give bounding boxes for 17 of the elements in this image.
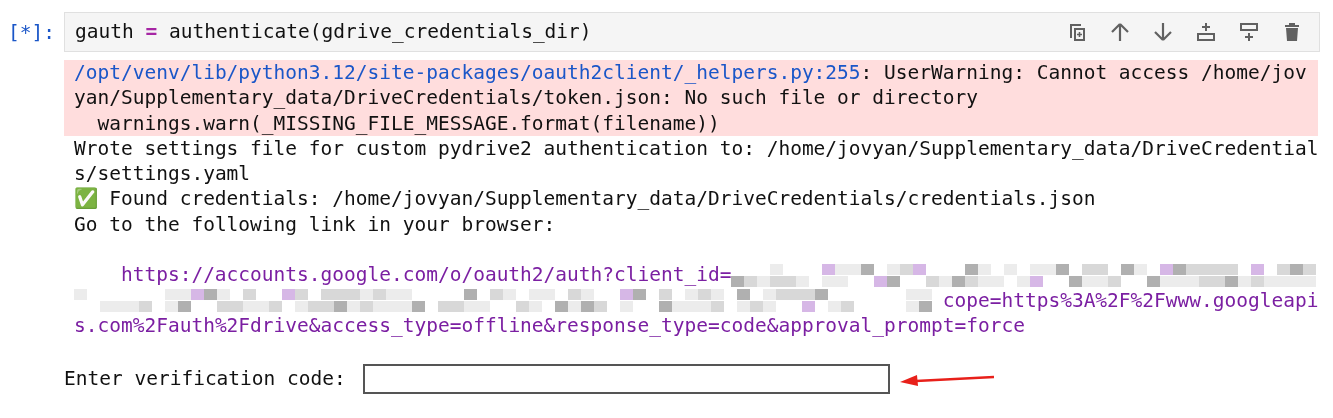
auth-link[interactable]: https://accounts.google.com/o/oauth2/auth?client_id= (120, 262, 732, 288)
code-line: gauth = authenticate(gdrive_credentials_dir) (75, 19, 593, 45)
auth-link[interactable]: cope=https%3A%2F%2Fwww.googleapi (942, 287, 1319, 313)
check-mark-icon: ✅ (74, 186, 98, 212)
auth-link[interactable]: s.com%2Fauth%2Fdrive&access_type=offline&response_type=code&approval_prompt=force (74, 312, 1025, 339)
output-line: Wrote settings file for custom pydrive2 authentication to: /home/jovyan/Supplementary_data/DriveCredentials/settings.yaml (73, 135, 1319, 187)
input-field[interactable] (362, 363, 890, 394)
traceback-line: warnings.warn(_MISSING_FILE_MESSAGE.format(filename)) (96, 110, 721, 136)
code-cell[interactable]: gauth = authenticate(gdrive_credentials_dir) (64, 12, 1320, 52)
input-label: Enter verification code: (64, 365, 347, 392)
cell-prompt: [*]: (7, 20, 56, 46)
output-line: Go to the following link in your browser: (73, 211, 557, 238)
insert-above-icon[interactable] (1238, 21, 1260, 43)
up-arrow-icon[interactable] (1109, 21, 1131, 43)
insert-below-icon[interactable] (1195, 21, 1217, 43)
output-line: Found credentials: /home/jovyan/Supplementary_data/DriveCredentials/credentials.json (108, 187, 1096, 211)
down-arrow-icon[interactable] (1152, 21, 1174, 43)
